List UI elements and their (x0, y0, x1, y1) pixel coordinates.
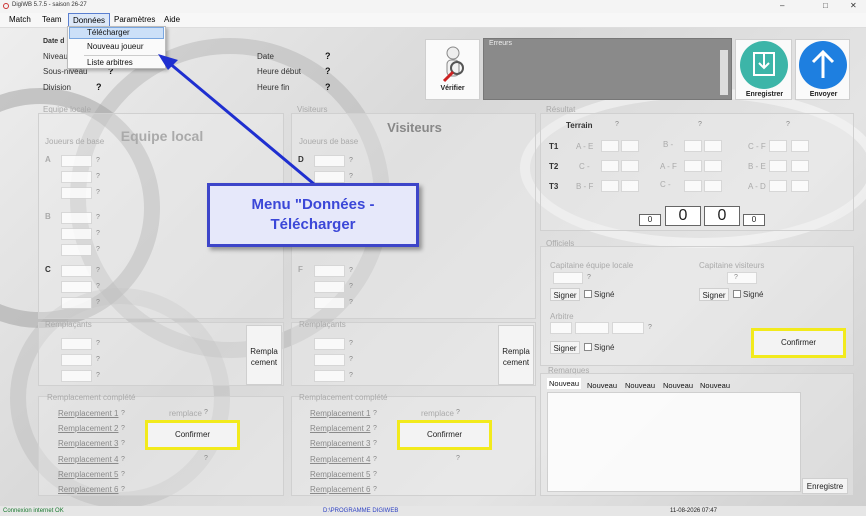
callout-line2: Télécharger (270, 216, 356, 233)
callout-box: Menu "Données - Télécharger (207, 183, 419, 247)
annotation-arrow (158, 54, 315, 186)
callout-line1: Menu "Données - (251, 196, 375, 213)
